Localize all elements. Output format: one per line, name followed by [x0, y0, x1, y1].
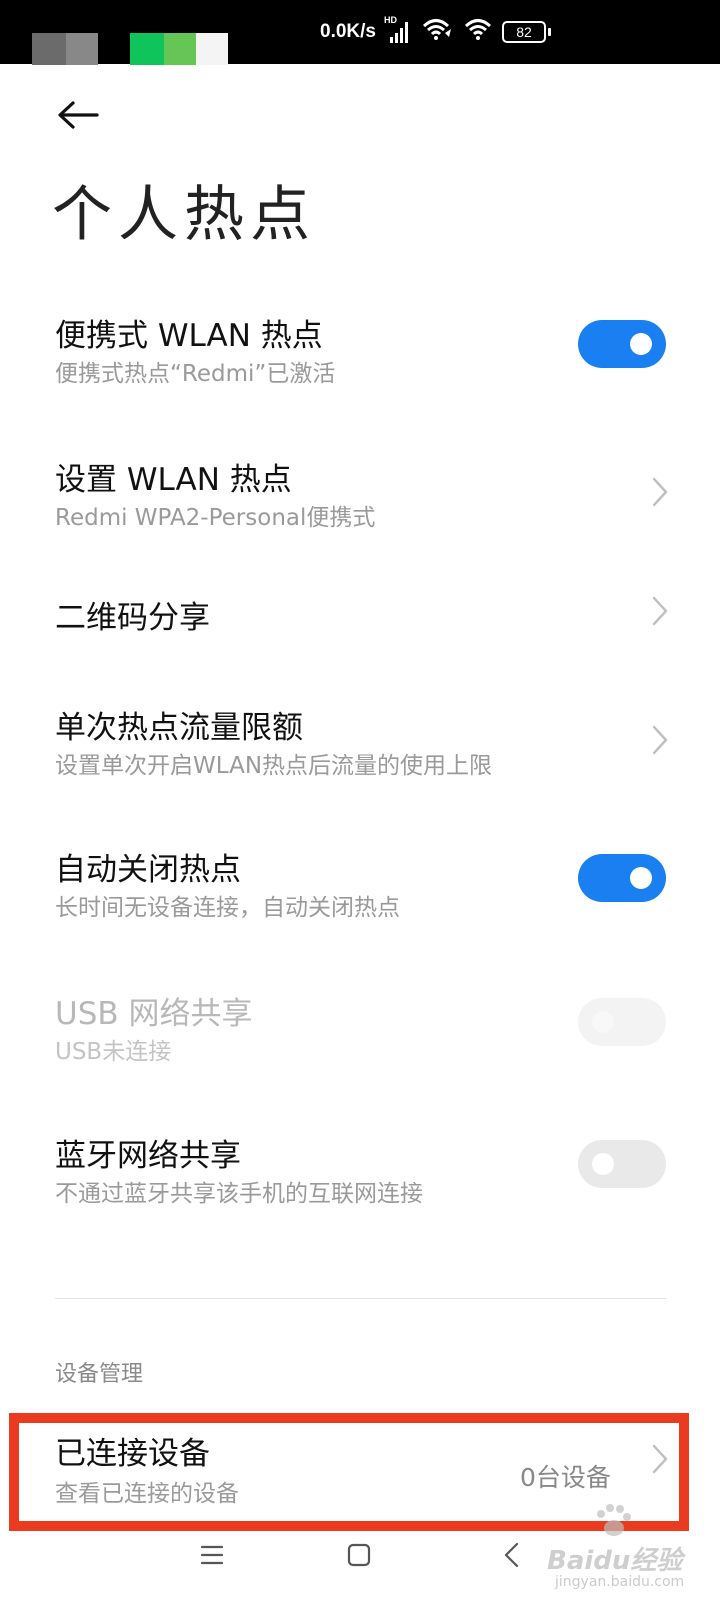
divider — [55, 1298, 667, 1299]
watermark-brand: Baidu经验 — [547, 1546, 683, 1576]
bluetooth-tethering-toggle[interactable] — [578, 1140, 666, 1188]
battery-icon: 82 — [501, 21, 551, 43]
setting-data-limit[interactable]: 单次热点流量限额 设置单次开启WLAN热点后流量的使用上限 — [0, 692, 720, 802]
status-indicators: 0.0K/s HD 82 — [320, 0, 551, 64]
setting-bluetooth-tethering[interactable]: 蓝牙网络共享 不通过蓝牙共享该手机的互联网连接 — [0, 1120, 720, 1230]
setting-portable-hotspot[interactable]: 便携式 WLAN 热点 便携式热点“Redmi”已激活 — [0, 300, 720, 410]
wifi-calling-icon — [422, 17, 454, 47]
blurred-notification-icon — [32, 33, 66, 65]
battery-level: 82 — [501, 21, 546, 43]
setting-qr-share[interactable]: 二维码分享 — [0, 580, 720, 650]
setting-title: 便携式 WLAN 热点 — [55, 318, 323, 354]
menu-icon[interactable] — [200, 1544, 224, 1566]
portable-hotspot-toggle[interactable] — [578, 320, 666, 368]
toggle-knob — [630, 333, 652, 355]
usb-tethering-toggle — [578, 998, 666, 1046]
watermark-url: jingyan.baidu.com — [555, 1574, 685, 1590]
chevron-right-icon — [652, 477, 668, 507]
back-icon[interactable] — [503, 1542, 519, 1568]
setting-configure-hotspot[interactable]: 设置 WLAN 热点 Redmi WPA2-Personal便携式 — [0, 444, 720, 554]
blurred-notification-icon — [164, 33, 196, 65]
setting-subtitle: USB未连接 — [55, 1039, 172, 1065]
setting-subtitle: 便携式热点“Redmi”已激活 — [55, 361, 336, 387]
status-bar: 0.0K/s HD 82 — [0, 0, 720, 65]
toggle-knob — [630, 867, 652, 889]
setting-title: 自动关闭热点 — [55, 852, 241, 888]
page-title: 个人热点 — [52, 180, 316, 250]
auto-close-toggle[interactable] — [578, 854, 666, 902]
blurred-notification-icon — [130, 33, 164, 65]
setting-title: USB 网络共享 — [55, 996, 253, 1032]
chevron-right-icon — [652, 596, 668, 626]
setting-subtitle: 设置单次开启WLAN热点后流量的使用上限 — [55, 753, 493, 779]
setting-usb-tethering: USB 网络共享 USB未连接 — [0, 978, 720, 1088]
paw-logo-icon — [597, 1504, 631, 1536]
setting-title: 蓝牙网络共享 — [55, 1138, 241, 1174]
setting-subtitle: 长时间无设备连接，自动关闭热点 — [55, 895, 400, 921]
setting-title: 单次热点流量限额 — [55, 710, 303, 746]
setting-subtitle: 不通过蓝牙共享该手机的互联网连接 — [55, 1181, 423, 1207]
battery-tip — [547, 28, 551, 36]
wifi-icon — [464, 17, 492, 47]
signal-icon: HD — [384, 15, 412, 45]
setting-title: 设置 WLAN 热点 — [55, 462, 292, 498]
setting-auto-close[interactable]: 自动关闭热点 长时间无设备连接，自动关闭热点 — [0, 834, 720, 944]
back-arrow-icon — [58, 101, 99, 129]
baidu-jingyan-watermark: Baidu经验 jingyan.baidu.com — [535, 1502, 715, 1592]
setting-title: 二维码分享 — [55, 600, 210, 636]
toggle-knob — [592, 1153, 614, 1175]
blurred-notification-icon — [66, 33, 98, 65]
network-speed: 0.0K/s — [320, 21, 376, 42]
setting-subtitle: Redmi WPA2-Personal便携式 — [55, 505, 376, 531]
section-header-device-management: 设备管理 — [55, 1362, 144, 1387]
toggle-knob — [592, 1011, 614, 1033]
back-button[interactable] — [52, 95, 102, 135]
blurred-notification-icon — [196, 33, 228, 65]
chevron-right-icon — [652, 725, 668, 755]
home-icon[interactable] — [347, 1543, 371, 1567]
